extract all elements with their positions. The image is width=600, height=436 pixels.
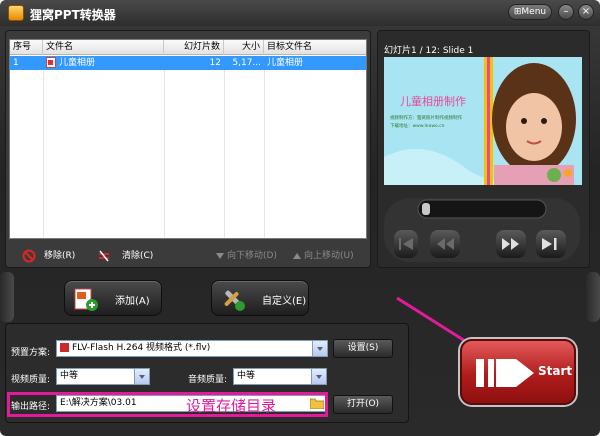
chevron-down-icon[interactable]	[311, 369, 326, 384]
preset-select[interactable]: FLV-Flash H.264 视频格式 (*.flv)	[56, 340, 328, 357]
close-icon: ×	[581, 6, 591, 17]
column-header-target[interactable]: 目标文件名	[264, 40, 366, 55]
cell-slides: 12	[209, 58, 221, 68]
ppt-file-icon	[46, 57, 56, 68]
column-header-index[interactable]: 序号	[10, 40, 43, 55]
minimize-icon: –	[563, 6, 569, 17]
table-row[interactable]: 1 儿童相册 12 5,17... 儿童相册	[10, 56, 366, 70]
cell-size: 5,17...	[232, 58, 261, 68]
customize-button-label: 自定义(E)	[262, 296, 307, 307]
cell-index: 1	[13, 58, 19, 68]
arrow-up-icon	[293, 253, 301, 259]
menu-button[interactable]: ⊞Menu	[508, 4, 552, 20]
chevron-down-icon[interactable]	[312, 341, 327, 356]
left-edge-cap	[0, 272, 14, 322]
audio-quality-label: 音频质量:	[188, 375, 228, 385]
column-header-filename[interactable]: 文件名	[43, 40, 164, 55]
slide-line-2: 下载地址：www.leawo.cn	[390, 122, 445, 129]
slide-line-1: 视频制作方：狸窝照片制作视频制作	[390, 114, 462, 121]
annotation-text: 设置存储目录	[186, 397, 277, 415]
add-file-icon	[74, 288, 98, 311]
column-divider	[43, 70, 44, 238]
menu-button-label: Menu	[521, 7, 547, 17]
column-header-slides[interactable]: 幻灯片数	[164, 40, 224, 55]
audio-quality-value: 中等	[237, 371, 256, 381]
right-edge-cap	[586, 272, 600, 322]
app-logo-icon	[8, 5, 24, 21]
preset-select-value: FLV-Flash H.264 视频格式 (*.flv)	[72, 343, 211, 353]
clear-button[interactable]: 清除(C)	[122, 249, 153, 263]
column-divider	[224, 70, 225, 238]
audio-quality-select[interactable]: 中等	[233, 368, 327, 385]
seek-track[interactable]	[417, 199, 547, 219]
column-header-size[interactable]: 大小	[224, 40, 264, 55]
slide-counter-label: 幻灯片1 / 12: Slide 1	[384, 46, 474, 56]
slide-title-text: 儿童相册制作	[400, 94, 466, 108]
remove-icon[interactable]	[22, 249, 36, 263]
start-button-label[interactable]: Start	[538, 364, 572, 378]
table-header: 序号 文件名 幻灯片数 大小 目标文件名	[10, 40, 366, 55]
arrow-down-icon	[216, 253, 224, 259]
close-button[interactable]: ×	[578, 4, 594, 20]
clear-icon[interactable]	[97, 249, 111, 263]
seek-handle[interactable]	[422, 203, 430, 215]
start-arrow-icon	[476, 359, 534, 387]
title-bar: 狸窝PPT转换器 ⊞Menu – ×	[0, 0, 600, 26]
app-window: 狸窝PPT转换器 ⊞Menu – × 序号 文件名 幻灯片数 大小 目标文件名 …	[0, 0, 600, 436]
cell-filename-text: 儿童相册	[59, 58, 96, 68]
customize-button[interactable]: 自定义(E)	[211, 280, 309, 316]
open-button[interactable]: 打开(O)	[333, 395, 393, 414]
move-down-button[interactable]: 向下移动(D)	[227, 249, 277, 263]
preset-label: 预置方案:	[11, 348, 51, 358]
add-button[interactable]: 添加(A)	[64, 280, 162, 316]
annotation-highlight-box	[7, 392, 328, 417]
video-quality-label: 视频质量:	[11, 375, 51, 385]
tools-icon	[224, 290, 245, 311]
settings-button[interactable]: 设置(S)	[333, 339, 393, 358]
file-table[interactable]: 序号 文件名 幻灯片数 大小 目标文件名 1 儿童相册 12 5,17... 儿…	[9, 39, 367, 239]
player-controls	[384, 198, 580, 262]
video-quality-select[interactable]: 中等	[56, 368, 150, 385]
minimize-button[interactable]: –	[558, 4, 574, 20]
format-icon	[60, 343, 69, 352]
slide-image: 儿童相册制作 视频制作方：狸窝照片制作视频制作 下载地址：www.leawo.c…	[384, 57, 582, 185]
remove-button[interactable]: 移除(R)	[44, 249, 75, 263]
cell-filename: 儿童相册	[43, 56, 164, 70]
move-up-button[interactable]: 向上移动(U)	[304, 249, 354, 263]
chevron-down-icon[interactable]	[134, 369, 149, 384]
add-button-label: 添加(A)	[115, 296, 150, 307]
column-divider	[264, 70, 265, 238]
column-divider	[164, 70, 165, 238]
video-quality-value: 中等	[60, 371, 79, 381]
slide-preview: 儿童相册制作 视频制作方：狸窝照片制作视频制作 下载地址：www.leawo.c…	[384, 57, 582, 185]
cell-target: 儿童相册	[267, 58, 304, 68]
app-title: 狸窝PPT转换器	[30, 8, 116, 22]
